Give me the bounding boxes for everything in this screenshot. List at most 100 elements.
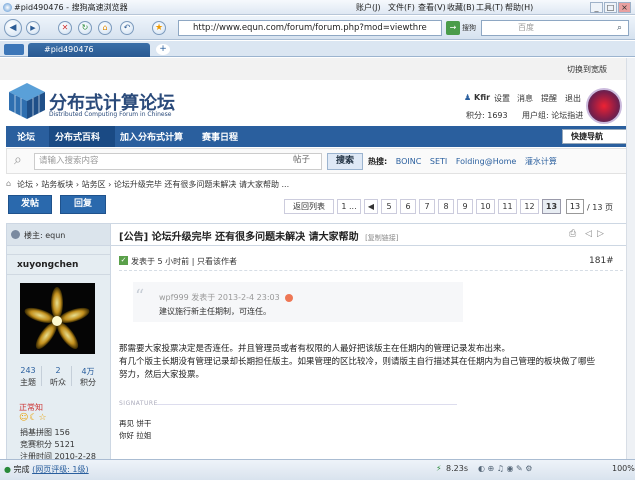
menu-account[interactable]: 账户(J) <box>356 2 381 13</box>
hot-item[interactable]: Folding@Home <box>456 157 517 166</box>
search-type-select[interactable]: 帖子 <box>293 153 329 170</box>
info-row: 注册时间 2010-2-28 <box>20 452 96 459</box>
address-bar[interactable]: http://www.equn.com/forum/forum.php?mod=… <box>178 20 442 36</box>
logout-link[interactable]: 退出 <box>565 93 581 104</box>
maximize-button[interactable]: □ <box>604 2 617 13</box>
stop-icon[interactable]: ✕ <box>58 21 72 35</box>
refresh-icon[interactable]: ↻ <box>78 21 92 35</box>
page-link[interactable]: 11 <box>498 199 517 214</box>
print-icon[interactable]: ⎙ <box>569 229 576 239</box>
zoom-level[interactable]: 100% <box>612 464 635 473</box>
forward-arrow-icon[interactable]: ▶ <box>26 21 40 35</box>
close-button[interactable]: × <box>618 2 631 13</box>
info-row: 捐基拼图 156 <box>20 428 70 437</box>
menu-view[interactable]: 查看(V) <box>418 2 446 13</box>
floor-number[interactable]: 181# <box>589 256 614 266</box>
nav-schedule[interactable]: 赛事日程 <box>202 130 238 143</box>
quick-nav-dropdown[interactable]: 快捷导航 <box>562 129 632 144</box>
reminders-link[interactable]: 提醒 <box>541 93 557 104</box>
tab-active[interactable]: #pid490476 <box>28 43 150 57</box>
web-page: 切换到宽版 分布式计算论坛 Distributed Computing Foru… <box>0 58 635 459</box>
search-button[interactable]: 搜索 <box>327 153 363 170</box>
post-button[interactable]: 发帖 <box>8 195 52 214</box>
thread-title: [公告] 论坛升级完毕 还有很多问题未解决 请大家帮助 [复制链接] <box>119 228 399 243</box>
messages-link[interactable]: 消息 <box>517 93 533 104</box>
home-icon[interactable]: ⌂ <box>6 179 11 188</box>
nav-join-dc[interactable]: 加入分布式计算 <box>120 130 183 143</box>
signature-label: SIGNATURE <box>119 400 158 407</box>
browser-toolbar: ◀ ▶ ✕ ↻ ⌂ ↶ ★ http://www.equn.com/forum/… <box>0 16 635 40</box>
back-to-list-button[interactable]: 返回列表 <box>284 199 334 214</box>
switch-wide-link[interactable]: 切换到宽版 <box>567 64 607 75</box>
stat-value[interactable]: 243 <box>17 366 39 375</box>
jump-to-quote-icon[interactable] <box>285 293 294 302</box>
breadcrumb[interactable]: 论坛 › 站务板块 › 站务区 › 论坛升级完毕 还有很多问题未解决 请大家帮助… <box>17 179 289 190</box>
search-icon[interactable]: ⌕ <box>617 23 622 33</box>
page-link[interactable]: 8 <box>438 199 454 214</box>
menu-file[interactable]: 文件(F) <box>388 2 415 13</box>
stat-label: 积分 <box>80 378 96 387</box>
status-done: 完成 <box>13 465 30 474</box>
page-link[interactable]: 9 <box>457 199 473 214</box>
home-icon[interactable]: ⌂ <box>98 21 112 35</box>
quote-meta-text: wpf999 发表于 2013-2-4 23:03 <box>159 293 280 302</box>
copy-link[interactable]: [复制链接] <box>365 234 398 242</box>
op-label[interactable]: 楼主: equn <box>24 230 65 241</box>
stat-label: 主题 <box>20 378 36 387</box>
magnifier-icon: ⌕ <box>14 152 22 168</box>
go-arrow-icon[interactable]: → <box>446 21 460 35</box>
tab-menu-icon[interactable] <box>4 44 24 55</box>
page-link[interactable]: 10 <box>476 199 495 214</box>
browser-logo-icon <box>3 3 12 12</box>
page-scrollbar[interactable] <box>626 58 635 459</box>
stat-value[interactable]: 4万 <box>77 366 99 377</box>
history-icon[interactable]: ↶ <box>120 21 134 35</box>
forum-logo-subtitle: Distributed Computing Forum in Chinese <box>49 111 172 118</box>
new-tab-icon[interactable]: + <box>156 44 170 55</box>
post-body-line: 努力，然后大家投票。 <box>119 370 205 380</box>
page-current: 13 <box>542 199 561 214</box>
search-row: ⌕ 请输入搜索内容 帖子 搜索 热搜: BOINC SETI Folding@H… <box>6 148 632 174</box>
nav-wiki[interactable]: 分布式百科 <box>55 130 100 143</box>
info-row: 竞赛积分 5121 <box>20 440 75 449</box>
page-first[interactable]: 1 ... <box>337 199 361 214</box>
user-icon: ♟ <box>464 93 472 102</box>
page-link[interactable]: 7 <box>419 199 435 214</box>
hot-item[interactable]: SETI <box>430 157 447 166</box>
author-avatar[interactable] <box>20 283 95 354</box>
forum-search-input[interactable]: 请输入搜索内容 <box>34 153 322 170</box>
next-thread-icon[interactable]: ▷ <box>597 229 604 239</box>
stat-label: 听众 <box>50 378 66 387</box>
search-engine-label[interactable]: 搜狗 <box>462 23 476 33</box>
page-link[interactable]: 5 <box>381 199 397 214</box>
author-name[interactable]: xuyongchen <box>17 260 78 270</box>
favorite-star-icon[interactable]: ★ <box>152 21 166 35</box>
user-group[interactable]: 用户组: 论坛指进 <box>522 110 583 121</box>
menu-tools[interactable]: 工具(T) <box>476 2 503 13</box>
user-rank[interactable]: 正常知 <box>19 402 43 413</box>
post-meta[interactable]: 发表于 5 小时前 | 只看该作者 <box>131 256 237 267</box>
settings-link[interactable]: 设置 <box>494 93 510 104</box>
hot-item[interactable]: BOINC <box>396 157 422 166</box>
menu-help[interactable]: 帮助(H) <box>505 2 533 13</box>
search-input[interactable]: 百度 <box>481 20 629 36</box>
reply-button[interactable]: 回复 <box>60 195 106 214</box>
load-time: 8.23s <box>446 464 468 473</box>
quote-text: 建议施行新主任期制，可连任。 <box>159 307 271 316</box>
page-jump-input[interactable]: 13 <box>566 199 584 214</box>
stat-value[interactable]: 2 <box>47 366 69 375</box>
hot-item[interactable]: 灌水计算 <box>525 157 557 166</box>
prev-thread-icon[interactable]: ◁ <box>585 229 592 239</box>
page-rating-link[interactable]: (网页评级: 1级) <box>32 465 89 474</box>
page-link[interactable]: 6 <box>400 199 416 214</box>
page-link[interactable]: 12 <box>520 199 539 214</box>
menu-favorites[interactable]: 收藏(B) <box>447 2 475 13</box>
back-arrow-icon[interactable]: ◀ <box>4 19 22 37</box>
nav-forum[interactable]: 论坛 <box>17 130 35 143</box>
username-link[interactable]: Kfir <box>474 93 490 102</box>
status-tool-icon[interactable]: ◐ ⊕ ♫ ◉ ✎ ⚙ <box>478 464 532 473</box>
signature-line: 你好 拉姐 <box>119 431 152 440</box>
page-prev-icon[interactable]: ◀ <box>364 199 378 214</box>
user-points[interactable]: 积分: 1693 <box>466 110 508 121</box>
minimize-button[interactable]: _ <box>590 2 603 13</box>
